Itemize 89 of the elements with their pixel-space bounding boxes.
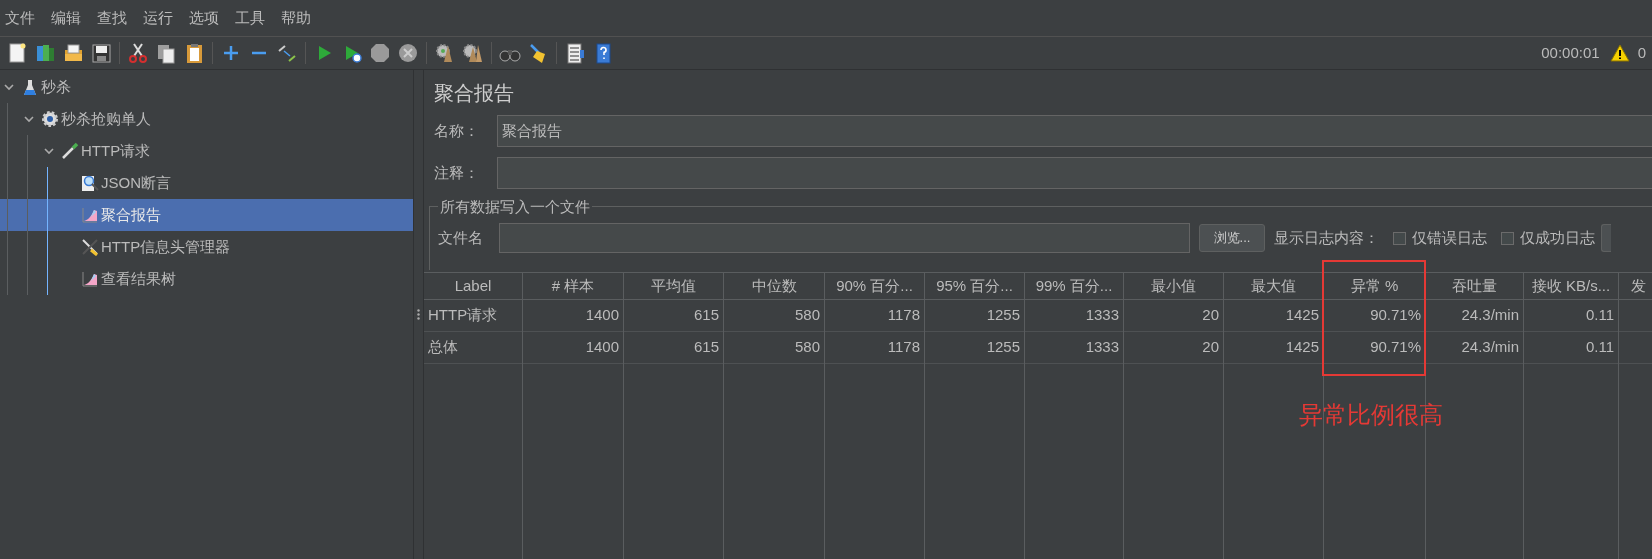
text-field[interactable] [499, 223, 1190, 253]
field-label: 文件名 [438, 227, 484, 248]
column-header[interactable]: 发 [1619, 272, 1652, 300]
checkbox[interactable] [1393, 231, 1406, 245]
menu-item[interactable]: 运行 [142, 6, 174, 30]
table-cell: 20 [1124, 300, 1223, 332]
tree-item[interactable]: HTTP请求 [81, 139, 151, 163]
menu-item[interactable]: 帮助 [280, 6, 312, 30]
checkbox-label: 仅成功日志 [1520, 227, 1595, 248]
pipette-icon [61, 142, 79, 160]
table-cell: 580 [724, 332, 824, 364]
table-cell: 615 [624, 332, 723, 364]
table-cell: 1178 [825, 300, 924, 332]
table-cell: 90.71% [1324, 332, 1425, 364]
column-header[interactable]: 最大值 [1224, 272, 1323, 300]
table-cell: 1425 [1224, 300, 1323, 332]
table-cell: HTTP请求 [424, 300, 522, 332]
column-header[interactable]: 95% 百分... [925, 272, 1024, 300]
column-header[interactable]: 平均值 [624, 272, 723, 300]
tree-item[interactable]: JSON断言 [101, 171, 171, 195]
checkbox-label: 仅错误日志 [1412, 227, 1487, 248]
annotation-text: 异常比例很高 [1299, 400, 1443, 430]
magnifier-icon [81, 174, 99, 192]
menu-item[interactable]: 编辑 [50, 6, 82, 30]
column-header[interactable]: 99% 百分... [1025, 272, 1123, 300]
cut-icon[interactable] [127, 42, 149, 64]
table-cell: 1333 [1025, 332, 1123, 364]
column-header[interactable]: 吞吐量 [1426, 272, 1523, 300]
stop-icon[interactable] [369, 42, 391, 64]
table-cell: 1255 [925, 332, 1024, 364]
menu-item[interactable]: 查找 [96, 6, 128, 30]
save-icon[interactable] [90, 42, 112, 64]
warning-icon [1609, 44, 1630, 62]
open-folder-icon[interactable] [62, 42, 84, 64]
flask-icon [23, 78, 37, 96]
chevron-down-icon[interactable] [4, 83, 14, 91]
table-cell: 1178 [825, 332, 924, 364]
tree-item[interactable]: 查看结果树 [101, 267, 176, 291]
table-cell: 1333 [1025, 300, 1123, 332]
panel-title: 聚合报告 [433, 81, 515, 106]
tools-icon [81, 238, 99, 256]
table-cell: 615 [624, 300, 723, 332]
chevron-down-icon[interactable] [44, 147, 54, 155]
menu-item[interactable]: 文件 [4, 6, 36, 30]
column-header[interactable]: 最小值 [1124, 272, 1223, 300]
table-cell: 24.3/min [1426, 300, 1523, 332]
column-header[interactable]: # 样本 [523, 272, 623, 300]
column-header[interactable]: 中位数 [724, 272, 824, 300]
table-cell: 580 [724, 300, 824, 332]
column-header[interactable]: Label [424, 272, 522, 300]
field-label: 注释： [434, 162, 480, 183]
table-cell: 24.3/min [1426, 332, 1523, 364]
checkbox[interactable] [1501, 231, 1514, 245]
gear-icon [41, 110, 59, 128]
table-cell: 20 [1124, 332, 1223, 364]
chart-icon [82, 207, 98, 223]
field-label: 名称： [434, 120, 480, 141]
table-cell: 0.11 [1524, 332, 1618, 364]
chart-icon [82, 271, 98, 287]
column-header[interactable]: 90% 百分... [825, 272, 924, 300]
browse-button[interactable]: 浏览... [1199, 224, 1265, 252]
tree-item[interactable]: HTTP信息头管理器 [101, 235, 231, 259]
table-cell: 1425 [1224, 332, 1323, 364]
column-header[interactable]: 异常 % [1324, 272, 1425, 300]
elapsed-time: 00:00:01 [1541, 42, 1600, 63]
menu-item[interactable]: 工具 [234, 6, 266, 30]
tree-item[interactable]: 聚合报告 [101, 203, 161, 227]
new-file-icon[interactable] [6, 42, 28, 64]
text-field[interactable] [497, 157, 1652, 189]
list-icon[interactable] [564, 42, 586, 64]
table-cell: 1255 [925, 300, 1024, 332]
shutdown-icon[interactable] [397, 42, 419, 64]
warning-count: 0 [1637, 42, 1646, 63]
table-cell: 0.11 [1524, 300, 1618, 332]
books-icon[interactable] [34, 42, 56, 64]
chevron-down-icon[interactable] [24, 115, 34, 123]
table-cell: 总体 [424, 332, 522, 364]
tree-item[interactable]: 秒杀 [41, 75, 71, 99]
table-cell: 90.71% [1324, 300, 1425, 332]
gears-broom-icon[interactable] [462, 42, 484, 64]
table-cell: 1400 [523, 300, 623, 332]
copy-icon[interactable] [155, 42, 177, 64]
column-header[interactable]: 接收 KB/s... [1524, 272, 1618, 300]
text-field[interactable]: 聚合报告 [497, 115, 1652, 147]
splitter-handle-icon[interactable] [417, 309, 420, 320]
tree-item[interactable]: 秒杀抢购单人 [61, 107, 151, 131]
field-label: 显示日志内容： [1274, 227, 1379, 248]
menu-item[interactable]: 选项 [188, 6, 220, 30]
table-cell: 1400 [523, 332, 623, 364]
